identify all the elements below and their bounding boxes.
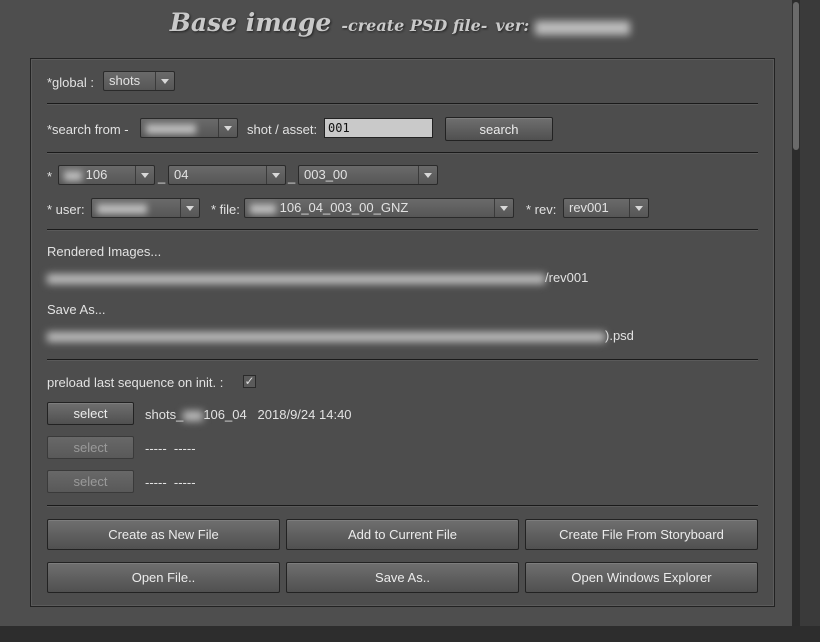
save-path-suffix: ).psd [605,328,634,343]
history-entry-1: shots_ 106_04 2018/9/24 14:40 [145,407,352,422]
open-file-button[interactable]: Open File.. [47,562,280,593]
history-3-b: ----- [173,475,196,490]
search-from-value-redacted [146,123,196,134]
chevron-down-icon [629,199,648,217]
rev-value: rev001 [569,200,609,215]
chevron-down-icon [266,166,285,184]
shot-separator: _ [288,169,296,184]
global-dropdown[interactable]: shots [103,71,175,91]
chevron-down-icon [180,199,199,217]
chevron-down-icon [494,199,513,217]
asset-label: shot / asset: [247,122,318,137]
history-2-b: ----- [173,441,196,456]
create-new-file-button[interactable]: Create as New File [47,519,280,550]
user-label: * user: [47,202,85,217]
divider [47,103,758,105]
cut-dropdown[interactable]: 04 [168,165,286,185]
chevron-down-icon [155,72,174,90]
history-1-shot: 106_04 [203,407,247,422]
search-button[interactable]: search [445,117,553,141]
shot-separator: _ [158,169,166,184]
add-to-current-file-button[interactable]: Add to Current File [286,519,519,550]
bottom-frame [0,626,820,642]
history-1-date: 2018/9/24 14:40 [257,407,352,422]
window-title: Base image -create PSD file-ver: [0,8,800,37]
rev-dropdown[interactable]: rev001 [563,198,649,218]
save-as-path: ).psd [47,328,634,343]
title-subtitle: -create PSD file- [341,16,488,35]
chevron-down-icon [418,166,437,184]
search-from-dropdown[interactable] [140,118,238,138]
chevron-down-icon [135,166,154,184]
save-path-redacted [47,331,605,342]
divider [47,505,758,507]
sequence-dropdown[interactable]: 106 [58,165,155,185]
history-entry-3: ----- ----- [145,475,196,490]
history-2-a: ----- [145,441,167,456]
rendered-path-suffix: /rev001 [545,270,589,285]
sequence-value: 106 [85,167,108,182]
rendered-path-redacted [47,273,545,284]
select-button-1[interactable]: select [47,402,134,425]
open-explorer-button[interactable]: Open Windows Explorer [525,562,758,593]
version-value-redacted [535,20,631,35]
preload-label: preload last sequence on init. : [47,375,224,390]
rev-label: * rev: [526,202,557,217]
preload-checkbox[interactable]: ✓ [243,375,256,388]
history-3-a: ----- [145,475,167,490]
rendered-images-label: Rendered Images... [47,244,162,259]
file-label: * file: [211,202,240,217]
title-version-label: ver: [495,16,530,35]
shot-required-mark: * [47,169,53,184]
chevron-down-icon [218,119,237,137]
take-dropdown[interactable]: 003_00 [298,165,438,185]
save-as-label: Save As... [47,302,106,317]
cut-value: 04 [174,167,189,182]
divider [47,359,758,361]
user-value-redacted [97,203,147,214]
title-main: Base image [169,8,332,37]
history-1-redacted [183,410,204,421]
rendered-images-path: /rev001 [47,270,588,285]
select-button-3[interactable]: select [47,470,134,493]
divider [47,229,758,231]
take-value: 003_00 [304,167,348,182]
asset-input[interactable]: 001 [324,118,433,138]
file-value: 106_04_003_00_GNZ [279,200,409,215]
window-edge [800,0,820,626]
history-entry-2: ----- ----- [145,441,196,456]
global-label: *global : [47,75,94,90]
divider [47,152,758,154]
create-from-storyboard-button[interactable]: Create File From Storyboard [525,519,758,550]
file-dropdown[interactable]: 106_04_003_00_GNZ [244,198,514,218]
save-as-button[interactable]: Save As.. [286,562,519,593]
history-1-prefix: shots_ [145,407,184,422]
search-from-label: *search from - [47,122,129,137]
main-panel: *global : shots *search from - shot / as… [30,58,775,607]
sequence-prefix-redacted [64,170,82,181]
global-dropdown-value: shots [109,73,141,88]
user-dropdown[interactable] [91,198,200,218]
file-prefix-redacted [250,203,276,214]
select-button-2[interactable]: select [47,436,134,459]
